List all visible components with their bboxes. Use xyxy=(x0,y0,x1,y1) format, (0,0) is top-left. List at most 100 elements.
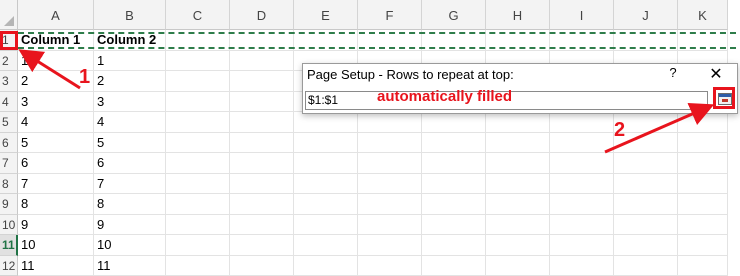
close-button[interactable]: ✕ xyxy=(706,64,726,84)
cell-e6[interactable] xyxy=(294,133,358,154)
cell-d6[interactable] xyxy=(230,133,294,154)
column-header-k[interactable]: K xyxy=(678,0,728,30)
cell-g1[interactable] xyxy=(422,30,486,51)
cell-d10[interactable] xyxy=(230,215,294,236)
cell-i9[interactable] xyxy=(550,194,614,215)
cell-g5[interactable] xyxy=(422,112,486,133)
cell-g6[interactable] xyxy=(422,133,486,154)
cell-f10[interactable] xyxy=(358,215,422,236)
cell-k10[interactable] xyxy=(678,215,728,236)
help-button[interactable]: ? xyxy=(665,65,681,80)
cell-a1[interactable]: Column 1 xyxy=(18,30,94,51)
cell-c9[interactable] xyxy=(166,194,230,215)
cell-e1[interactable] xyxy=(294,30,358,51)
row-header-10[interactable]: 10 xyxy=(0,215,18,236)
cell-j9[interactable] xyxy=(614,194,678,215)
cell-e5[interactable] xyxy=(294,112,358,133)
cell-a4[interactable]: 3 xyxy=(18,92,94,113)
cell-j8[interactable] xyxy=(614,174,678,195)
row-header-4[interactable]: 4 xyxy=(0,92,18,113)
cell-d8[interactable] xyxy=(230,174,294,195)
cell-i1[interactable] xyxy=(550,30,614,51)
cell-k1[interactable] xyxy=(678,30,728,51)
cell-c6[interactable] xyxy=(166,133,230,154)
cell-e9[interactable] xyxy=(294,194,358,215)
cell-b6[interactable]: 5 xyxy=(94,133,166,154)
cell-d3[interactable] xyxy=(230,71,294,92)
row-header-5[interactable]: 5 xyxy=(0,112,18,133)
cell-h9[interactable] xyxy=(486,194,550,215)
cell-a8[interactable]: 7 xyxy=(18,174,94,195)
cell-g11[interactable] xyxy=(422,235,486,256)
column-header-j[interactable]: J xyxy=(614,0,678,30)
column-header-f[interactable]: F xyxy=(358,0,422,30)
cell-k7[interactable] xyxy=(678,153,728,174)
cell-c3[interactable] xyxy=(166,71,230,92)
cell-c8[interactable] xyxy=(166,174,230,195)
cell-i7[interactable] xyxy=(550,153,614,174)
column-header-a[interactable]: A xyxy=(18,0,94,30)
column-header-e[interactable]: E xyxy=(294,0,358,30)
row-header-3[interactable]: 3 xyxy=(0,71,18,92)
cell-i6[interactable] xyxy=(550,133,614,154)
column-header-c[interactable]: C xyxy=(166,0,230,30)
cell-a6[interactable]: 5 xyxy=(18,133,94,154)
cell-d4[interactable] xyxy=(230,92,294,113)
cell-f9[interactable] xyxy=(358,194,422,215)
cell-f11[interactable] xyxy=(358,235,422,256)
cell-f7[interactable] xyxy=(358,153,422,174)
cell-h11[interactable] xyxy=(486,235,550,256)
cell-f6[interactable] xyxy=(358,133,422,154)
row-header-8[interactable]: 8 xyxy=(0,174,18,195)
cell-h5[interactable] xyxy=(486,112,550,133)
column-header-i[interactable]: I xyxy=(550,0,614,30)
cell-d11[interactable] xyxy=(230,235,294,256)
row-header-11[interactable]: 11 xyxy=(0,235,18,256)
cell-d9[interactable] xyxy=(230,194,294,215)
cell-i8[interactable] xyxy=(550,174,614,195)
cell-b2[interactable]: 1 xyxy=(94,51,166,72)
row-header-9[interactable]: 9 xyxy=(0,194,18,215)
cell-b5[interactable]: 4 xyxy=(94,112,166,133)
select-all-corner[interactable] xyxy=(0,0,18,30)
cell-b3[interactable]: 2 xyxy=(94,71,166,92)
cell-h1[interactable] xyxy=(486,30,550,51)
cell-f5[interactable] xyxy=(358,112,422,133)
cell-i11[interactable] xyxy=(550,235,614,256)
cell-j11[interactable] xyxy=(614,235,678,256)
cell-b9[interactable]: 8 xyxy=(94,194,166,215)
row-header-6[interactable]: 6 xyxy=(0,133,18,154)
column-header-g[interactable]: G xyxy=(422,0,486,30)
cell-h10[interactable] xyxy=(486,215,550,236)
cell-d5[interactable] xyxy=(230,112,294,133)
cell-k11[interactable] xyxy=(678,235,728,256)
cell-f8[interactable] xyxy=(358,174,422,195)
cell-e11[interactable] xyxy=(294,235,358,256)
column-header-d[interactable]: D xyxy=(230,0,294,30)
cell-i5[interactable] xyxy=(550,112,614,133)
cell-i10[interactable] xyxy=(550,215,614,236)
cell-f1[interactable] xyxy=(358,30,422,51)
cell-h7[interactable] xyxy=(486,153,550,174)
cell-e7[interactable] xyxy=(294,153,358,174)
cell-g10[interactable] xyxy=(422,215,486,236)
cell-k9[interactable] xyxy=(678,194,728,215)
cell-d1[interactable] xyxy=(230,30,294,51)
column-header-h[interactable]: H xyxy=(486,0,550,30)
cell-c7[interactable] xyxy=(166,153,230,174)
cell-a11[interactable]: 10 xyxy=(18,235,94,256)
cell-b4[interactable]: 3 xyxy=(94,92,166,113)
cell-a5[interactable]: 4 xyxy=(18,112,94,133)
cell-g8[interactable] xyxy=(422,174,486,195)
column-header-b[interactable]: B xyxy=(94,0,166,30)
collapse-dialog-button[interactable] xyxy=(713,87,735,109)
cell-d7[interactable] xyxy=(230,153,294,174)
row-header-2[interactable]: 2 xyxy=(0,51,18,72)
cell-c5[interactable] xyxy=(166,112,230,133)
cell-g7[interactable] xyxy=(422,153,486,174)
cell-b1[interactable]: Column 2 xyxy=(94,30,166,51)
cell-k5[interactable] xyxy=(678,112,728,133)
cell-k6[interactable] xyxy=(678,133,728,154)
cell-b10[interactable]: 9 xyxy=(94,215,166,236)
cell-c11[interactable] xyxy=(166,235,230,256)
